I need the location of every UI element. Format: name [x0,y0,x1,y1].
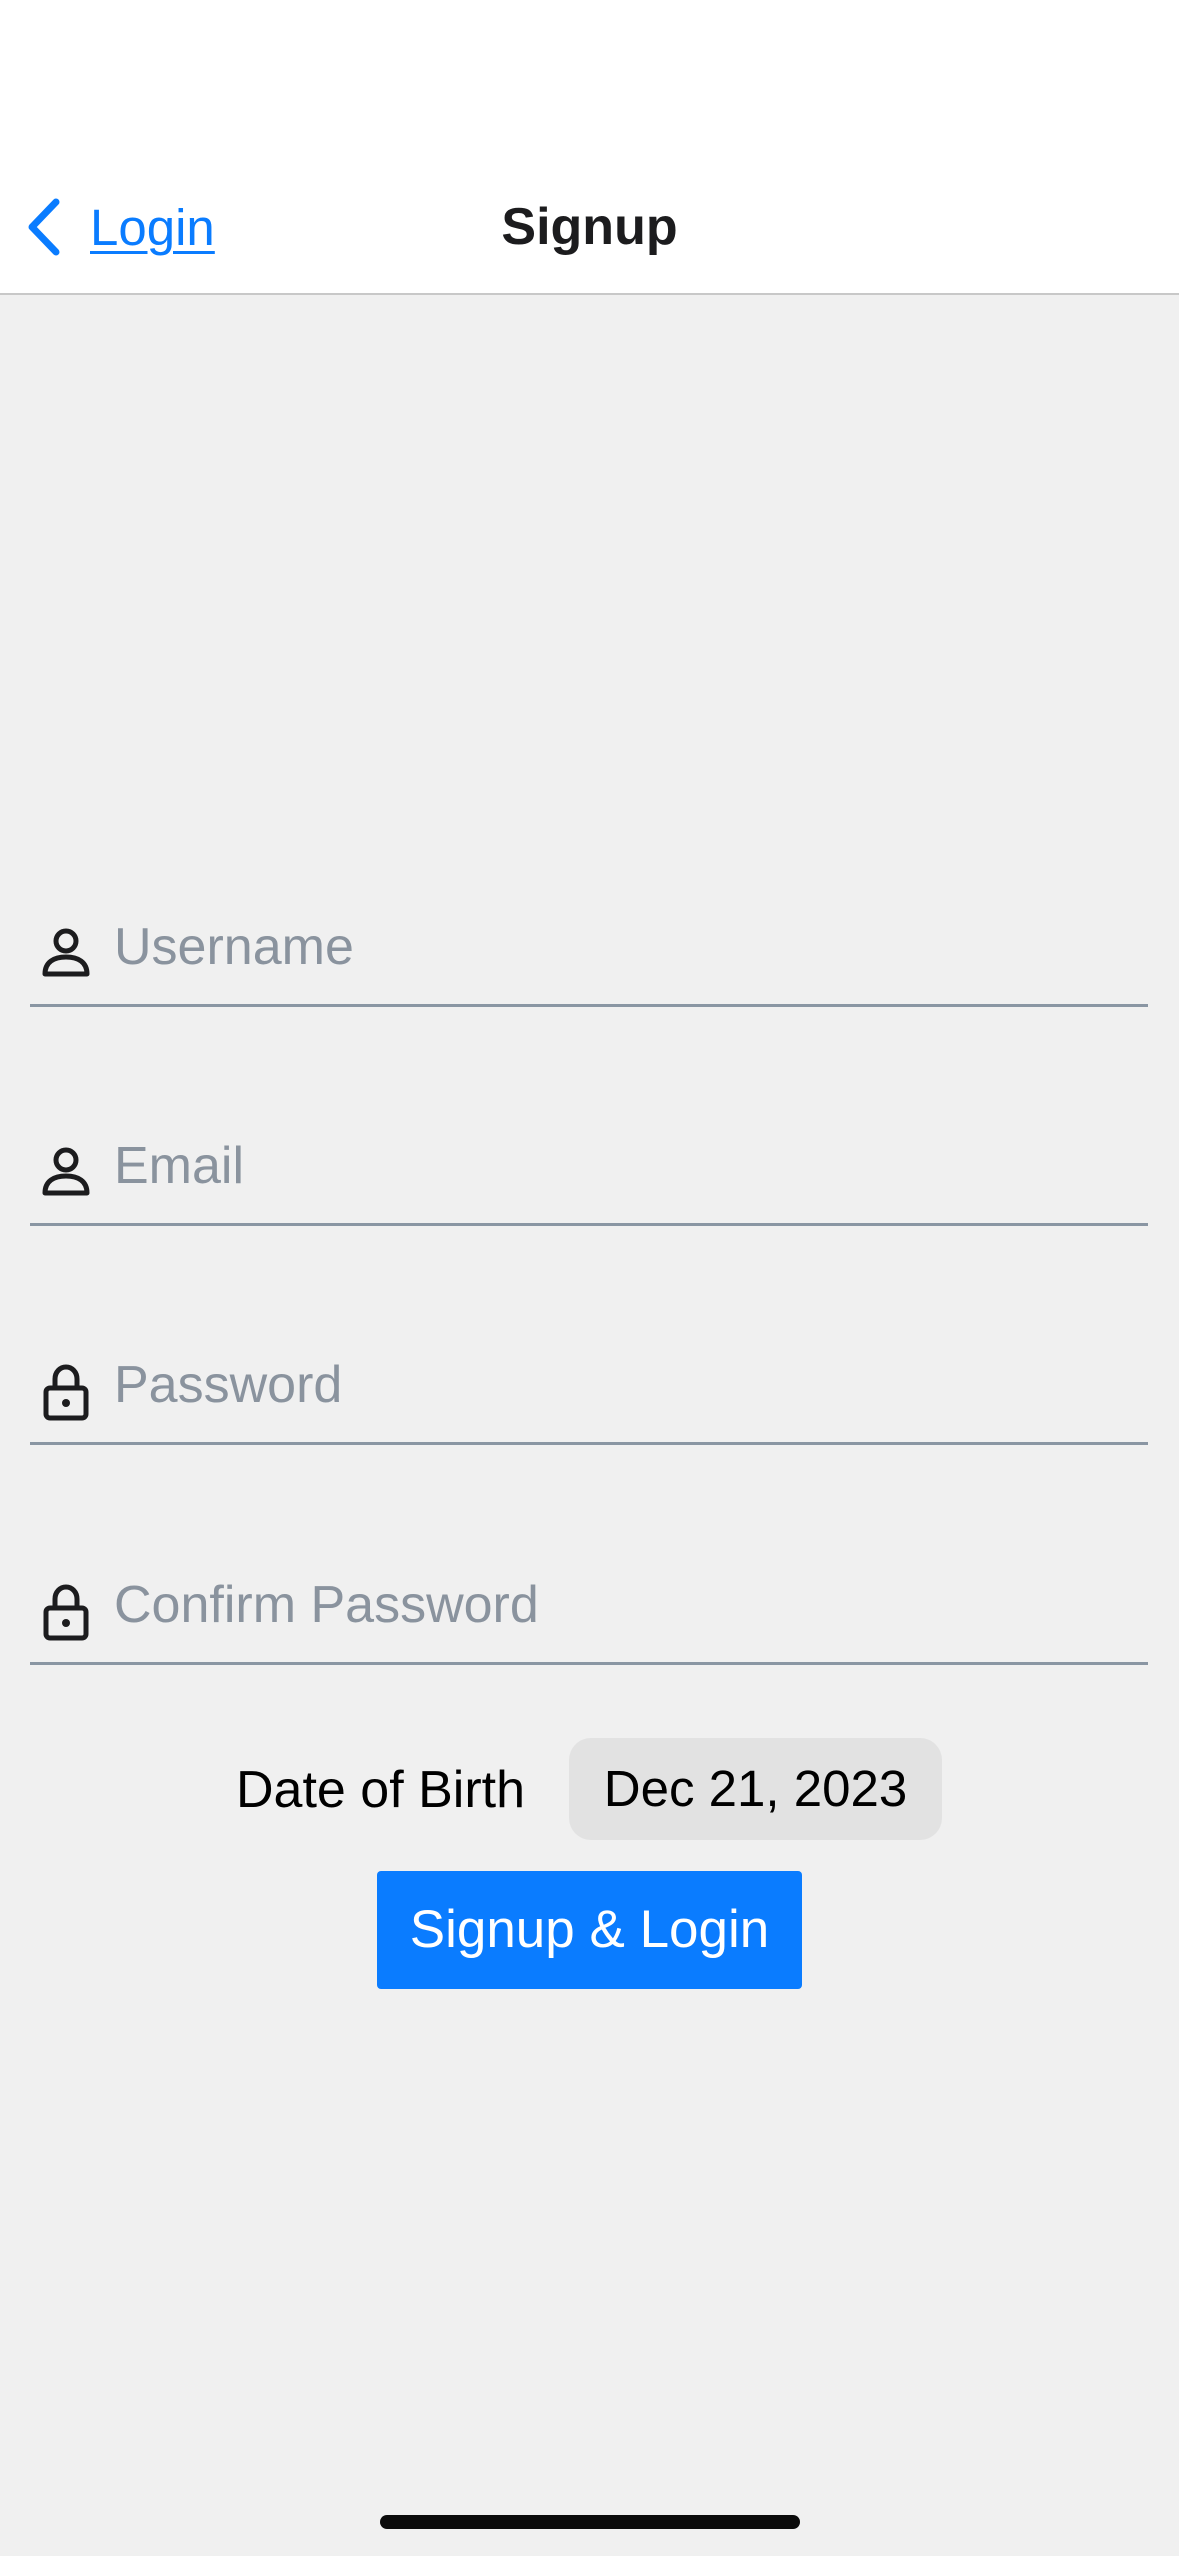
date-of-birth-picker[interactable]: Dec 21, 2023 [569,1738,942,1840]
confirm-password-field[interactable] [30,1552,1148,1665]
username-field[interactable] [30,894,1148,1007]
lock-icon [43,1364,89,1421]
person-icon [42,928,90,977]
username-input[interactable] [114,912,1134,982]
email-input[interactable] [114,1131,1134,1201]
signup-screen: Login Signup Username Email Date of Birt… [0,0,1179,2556]
status-bar-area [0,0,1179,160]
signup-and-login-button[interactable]: Signup & Login [377,1871,802,1989]
date-of-birth-row: Date of Birth Dec 21, 2023 [0,1738,1179,1840]
lock-icon [43,1584,89,1641]
home-indicator[interactable] [380,2515,800,2529]
navigation-bar: Login Signup [0,160,1179,295]
email-field[interactable] [30,1113,1148,1226]
password-field[interactable] [30,1332,1148,1445]
page-title: Signup [501,198,678,256]
date-of-birth-label: Date of Birth [236,1761,526,1819]
confirm-password-input[interactable] [114,1570,1134,1640]
password-input[interactable] [114,1350,1134,1420]
person-icon [42,1147,90,1196]
